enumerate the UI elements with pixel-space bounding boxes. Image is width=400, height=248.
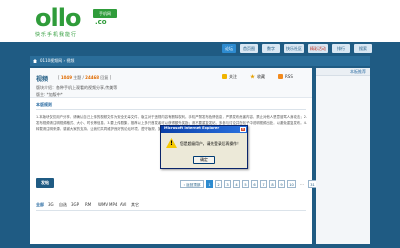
stats-open: [ [58,75,60,80]
nav-tab-ranking[interactable]: 排行 [332,44,350,53]
site-slogan: 快乐手机我能行 [35,32,78,38]
new-post-button[interactable]: 发帖 [36,178,54,188]
site-logo[interactable]: ollo 手机网 .co 快乐手机我能行 [35,4,117,40]
nav-tab-search[interactable]: 搜索 [354,44,372,53]
filter-item[interactable]: RM [85,202,91,207]
favorite-button[interactable]: 收藏 [250,74,265,80]
dialog-title: Microsoft Internet Explorer [164,126,220,130]
rss-label: RSS [285,74,293,79]
logo-domain: .co [95,18,107,26]
pager-ellipsis: ... [298,180,306,188]
pager-page[interactable]: 1 [206,180,213,188]
pager-page[interactable]: 4 [233,180,240,188]
pager-page[interactable]: 6 [251,180,258,188]
post-label: 回复 ] [100,75,112,80]
nav-tab-events[interactable]: 精彩活动 [308,44,328,53]
star-icon [250,74,255,79]
follow-button[interactable]: 关注 [222,74,237,80]
rules-divider [36,109,306,110]
logo-text: ollo [35,4,81,32]
pager-page[interactable]: 5 [242,180,249,188]
filter-item[interactable]: MP4 [109,202,117,207]
pager-page[interactable]: 2 [215,180,222,188]
forum-stats: [ 1049 主题 / 24468 回复 ] [58,75,111,81]
nav-tab-forum[interactable]: 论坛 [222,44,236,53]
breadcrumb: 0110视频网 › 视频 [30,56,370,66]
filter-all[interactable]: 全部 [36,202,44,208]
filter-item[interactable]: 3G [48,202,54,207]
filter-item[interactable]: 3GP [71,202,79,207]
forum-moderator: 版主: *加版中* [36,92,63,97]
dialog-message: 您是超级用户，请先登录后再操作！ [180,141,241,146]
nav-tab-home[interactable]: 首页图 [240,44,258,53]
forum-header: 视频 [ 1049 主题 / 24468 回复 ] 版块介绍：各种手机上观看的视… [30,68,312,98]
topic-label: 主题 / [73,75,84,80]
nav-tab-digital[interactable]: 数字 [262,44,280,53]
warning-mark: ! [170,140,173,147]
sidebar-title[interactable]: 本板推荐 [350,69,366,75]
follow-label: 关注 [229,74,237,79]
pager-page[interactable]: 8 [269,180,276,188]
site-header: ollo 手机网 .co 快乐手机我能行 [0,0,400,42]
filter-item[interactable]: 其它 [131,202,139,208]
follow-icon [222,74,227,79]
alert-dialog: Microsoft Internet Explorer × ! 您是超级用户，请… [160,125,248,169]
pager-page[interactable]: 9 [278,180,285,188]
logo-badge: 手机网 [93,9,117,18]
breadcrumb-text[interactable]: 0110视频网 › 视频 [40,56,74,66]
pager-page[interactable]: 10 [287,180,296,188]
dialog-titlebar[interactable]: Microsoft Internet Explorer × [161,126,247,133]
pager-back-top[interactable]: ‹ 返回顶部 [180,180,204,188]
rss-icon [278,74,283,79]
nav-tab-community[interactable]: 快乐社区 [284,44,304,53]
main-nav: 论坛 首页图 数字 快乐社区 精彩活动 排行 搜索 [0,42,400,54]
close-icon[interactable]: × [240,127,246,132]
forum-title[interactable]: 视频 [36,74,48,83]
home-icon[interactable] [33,59,37,63]
favorite-label: 收藏 [257,74,265,79]
pager-page[interactable]: 3 [224,180,231,188]
rules-title[interactable]: 本版规则 [36,102,52,108]
filter-item[interactable]: AVI [120,202,126,207]
topic-count: 1049 [60,75,72,80]
rss-button[interactable]: RSS [278,74,293,79]
forum-description: 版块介绍：各种手机上观看的视频分享,传美等 [36,85,118,90]
sidebar: 本板推荐 [316,68,370,244]
filter-item[interactable]: 自选 [59,202,67,208]
filter-item[interactable]: WMV [98,202,108,207]
ok-button[interactable]: 确定 [193,156,215,164]
pager-page[interactable]: 7 [260,180,267,188]
post-count: 24468 [85,75,100,80]
filter-divider [36,210,306,211]
